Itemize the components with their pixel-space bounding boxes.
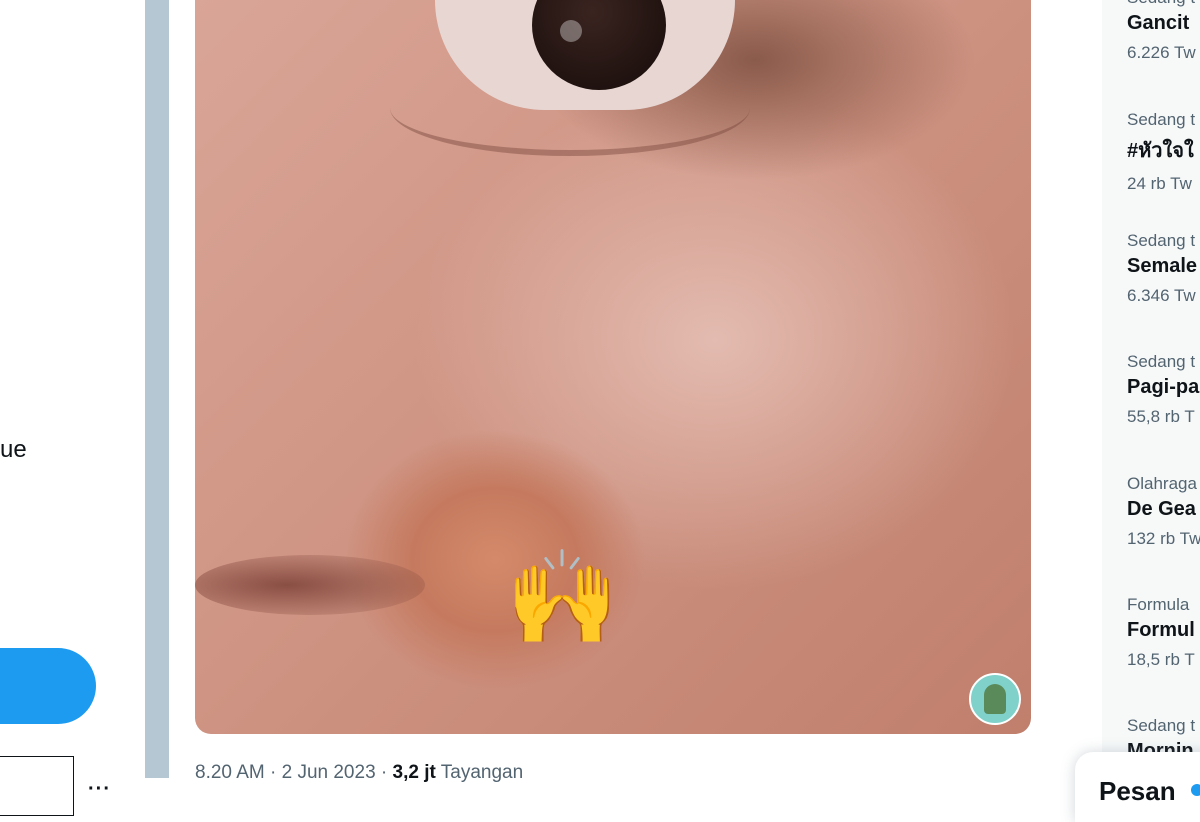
media-avatar-badge[interactable] xyxy=(969,673,1021,725)
trend-count: 6.346 Tw xyxy=(1127,286,1196,305)
nav-item-label[interactable]: ue xyxy=(0,436,27,464)
trend-context: Formula xyxy=(1127,595,1190,614)
trend-count: 18,5 rb T xyxy=(1127,650,1195,669)
raised-hands-emoji: 🙌 xyxy=(505,547,620,649)
photo-glint xyxy=(560,20,582,42)
trend-context: Sedang t xyxy=(1127,231,1196,250)
trend-context: Sedang t xyxy=(1127,352,1196,371)
view-count: 3,2 jt xyxy=(392,762,436,783)
trend-item[interactable]: Sedang t #หัวใจใ 24 rb Tw xyxy=(1127,110,1200,194)
view-count-label: Tayangan xyxy=(435,762,524,783)
left-sidebar: ue ··· xyxy=(0,0,145,816)
tweet-date[interactable]: 2 Jun 2023 xyxy=(282,762,376,783)
trend-context: Sedang t xyxy=(1127,110,1196,129)
photo-nostril xyxy=(195,555,425,615)
tweet-button[interactable] xyxy=(0,648,96,724)
trend-item[interactable]: Sedang t Gancit 6.226 Tw xyxy=(1127,0,1200,63)
trend-name: Gancit xyxy=(1127,12,1190,34)
trend-name: Semale xyxy=(1127,255,1198,277)
column-gutter xyxy=(145,0,169,778)
trend-name: Pagi-pa xyxy=(1127,376,1200,398)
trend-count: 55,8 rb T xyxy=(1127,407,1195,426)
tweet-metadata: 8.20 AM · 2 Jun 2023 · 3,2 jt Tayangan xyxy=(195,762,523,784)
trends-sidebar: Sedang t Gancit 6.226 Tw Sedang t #หัวใจ… xyxy=(1102,0,1200,800)
trend-context: Sedang t xyxy=(1127,716,1196,735)
trend-name: #หัวใจใ xyxy=(1127,140,1194,162)
tweet-time[interactable]: 8.20 AM xyxy=(195,762,265,783)
trend-name: De Gea xyxy=(1127,498,1196,520)
meta-separator: · xyxy=(375,762,393,783)
trend-item[interactable]: Sedang t Semale 6.346 Tw xyxy=(1127,231,1200,306)
tweet-media-photo[interactable]: 🙌 xyxy=(195,0,1031,734)
photo-eyelid xyxy=(390,60,750,156)
trend-count: 24 rb Tw xyxy=(1127,174,1192,193)
account-switcher[interactable] xyxy=(0,756,74,816)
messages-badge-icon xyxy=(1191,784,1200,796)
meta-separator: · xyxy=(264,762,282,783)
trend-item[interactable]: Sedang t Pagi-pa 55,8 rb T xyxy=(1127,352,1200,427)
trend-name: Formul xyxy=(1127,619,1195,641)
avatar-figure-icon xyxy=(984,684,1006,714)
trend-item[interactable]: Olahraga De Gea 132 rb Tw xyxy=(1127,474,1200,549)
trend-context: Olahraga xyxy=(1127,474,1197,493)
messages-drawer[interactable]: Pesan xyxy=(1075,752,1200,822)
trend-item[interactable]: Formula Formul 18,5 rb T xyxy=(1127,595,1200,670)
ellipsis-icon[interactable]: ··· xyxy=(88,778,111,801)
trend-count: 6.226 Tw xyxy=(1127,43,1196,62)
trend-context: Sedang t xyxy=(1127,0,1200,8)
trend-count: 132 rb Tw xyxy=(1127,529,1200,548)
messages-label: Pesan xyxy=(1099,776,1176,806)
